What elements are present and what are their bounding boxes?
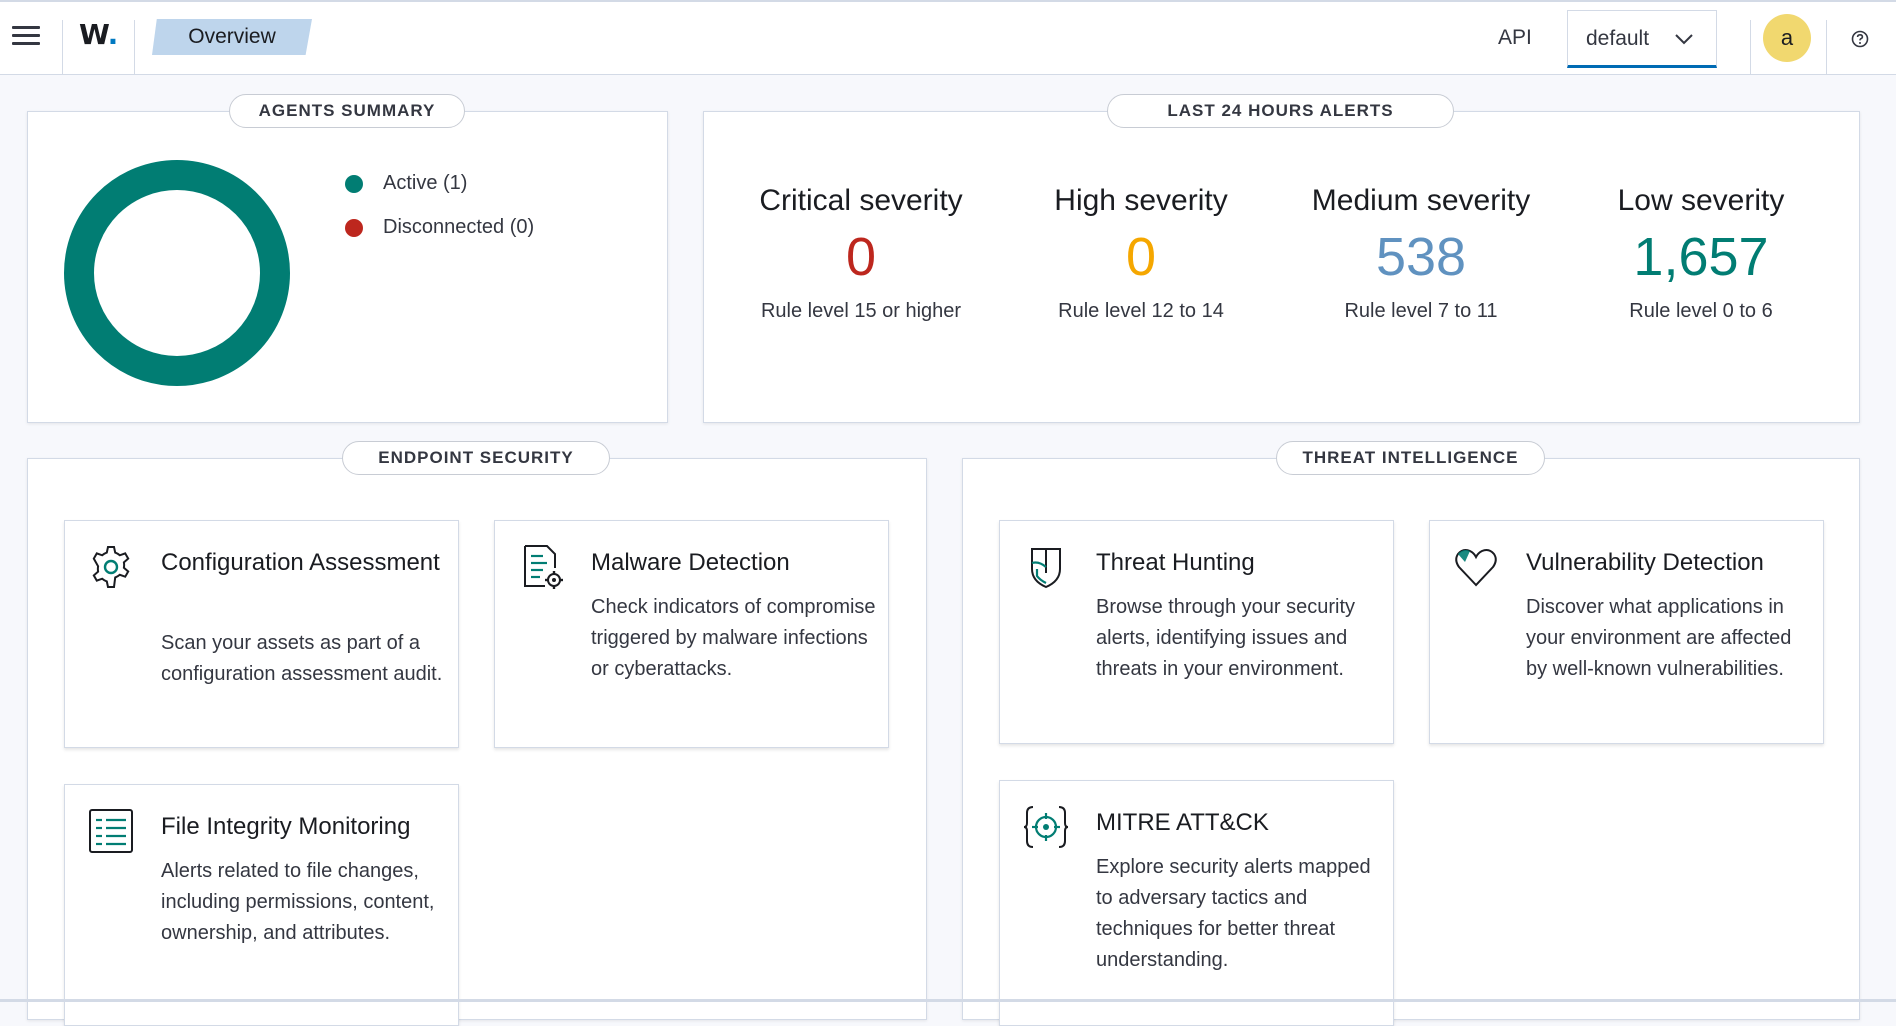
breadcrumb-overview[interactable]: Overview bbox=[152, 19, 312, 55]
active-dot-icon bbox=[345, 174, 363, 193]
stat-title: High severity bbox=[1054, 184, 1228, 217]
stat-value: 0 bbox=[1125, 227, 1157, 287]
card-title: MITRE ATT&CK bbox=[1096, 809, 1269, 836]
card-title: Vulnerability Detection bbox=[1526, 549, 1764, 576]
tenant-value: default bbox=[1586, 27, 1650, 50]
agents-summary-title: AGENTS SUMMARY bbox=[229, 94, 465, 128]
chevron-down-icon bbox=[1675, 34, 1693, 45]
alerts-title: LAST 24 HOURS ALERTS bbox=[1107, 94, 1454, 128]
menu-icon[interactable] bbox=[12, 26, 40, 50]
header-divider bbox=[1750, 20, 1751, 74]
tenant-selector[interactable]: default bbox=[1567, 10, 1717, 68]
card-threat-hunting[interactable]: Threat Hunting Browse through your secur… bbox=[999, 520, 1394, 744]
low-severity-stat[interactable]: Low severity 1,657 Rule level 0 to 6 bbox=[1561, 184, 1841, 323]
document-gear-icon bbox=[524, 545, 563, 589]
medium-severity-stat[interactable]: Medium severity 538 Rule level 7 to 11 bbox=[1281, 184, 1561, 323]
card-title: Malware Detection bbox=[591, 549, 790, 576]
heart-icon bbox=[1455, 549, 1497, 587]
stat-value: 0 bbox=[845, 227, 877, 287]
agents-donut-chart bbox=[64, 160, 290, 386]
card-title: Threat Hunting bbox=[1096, 549, 1255, 576]
critical-severity-stat[interactable]: Critical severity 0 Rule level 15 or hig… bbox=[721, 184, 1001, 323]
legend-active[interactable]: Active (1) bbox=[345, 172, 467, 195]
app-logo[interactable]: W. bbox=[79, 18, 118, 51]
card-title: Configuration Assessment bbox=[161, 549, 440, 576]
threat-intelligence-title: THREAT INTELLIGENCE bbox=[1276, 441, 1545, 475]
card-description: Discover what applications in your envir… bbox=[1526, 596, 1792, 680]
card-configuration-assessment[interactable]: Configuration Assessment Scan your asset… bbox=[64, 520, 459, 748]
api-link[interactable]: API bbox=[1498, 26, 1532, 50]
card-file-integrity-monitoring[interactable]: File Integrity Monitoring Alerts related… bbox=[64, 784, 459, 1026]
crosshair-braces-icon bbox=[1023, 806, 1069, 848]
legend-disconnected[interactable]: Disconnected (0) bbox=[345, 216, 534, 239]
stat-value: 538 bbox=[1375, 227, 1467, 287]
legend-disconnected-label: Disconnected (0) bbox=[383, 216, 535, 238]
list-table-icon bbox=[89, 809, 133, 853]
stat-rule: Rule level 12 to 14 bbox=[1058, 300, 1224, 322]
endpoint-security-title: ENDPOINT SECURITY bbox=[342, 441, 610, 475]
high-severity-stat[interactable]: High severity 0 Rule level 12 to 14 bbox=[1001, 184, 1281, 323]
stat-title: Critical severity bbox=[759, 184, 963, 217]
stat-rule: Rule level 15 or higher bbox=[760, 300, 962, 322]
card-description: Scan your assets as part of a configurat… bbox=[161, 632, 443, 685]
card-description: Browse through your security alerts, ide… bbox=[1096, 596, 1356, 680]
card-title: File Integrity Monitoring bbox=[161, 813, 411, 840]
stat-rule: Rule level 7 to 11 bbox=[1344, 300, 1498, 322]
stat-title: Medium severity bbox=[1311, 184, 1531, 217]
shield-icon bbox=[1031, 548, 1061, 589]
card-vulnerability-detection[interactable]: Vulnerability Detection Discover what ap… bbox=[1429, 520, 1824, 744]
header-divider bbox=[1826, 20, 1827, 74]
header-divider bbox=[62, 20, 63, 74]
card-mitre-attack[interactable]: MITRE ATT&CK Explore security alerts map… bbox=[999, 780, 1394, 1026]
card-description: Check indicators of compromise triggered… bbox=[591, 596, 876, 680]
card-malware-detection[interactable]: Malware Detection Check indicators of co… bbox=[494, 520, 889, 748]
stat-title: Low severity bbox=[1617, 184, 1785, 217]
card-description: Explore security alerts mapped to advers… bbox=[1096, 856, 1371, 971]
disconnected-dot-icon bbox=[345, 218, 363, 237]
stat-value: 1,657 bbox=[1633, 227, 1769, 287]
header-divider bbox=[134, 20, 135, 74]
legend-active-label: Active (1) bbox=[383, 172, 468, 194]
stat-rule: Rule level 0 to 6 bbox=[1629, 300, 1773, 322]
avatar[interactable]: a bbox=[1763, 14, 1811, 62]
card-description: Alerts related to file changes, includin… bbox=[161, 860, 435, 944]
top-header: W. Overview API default a bbox=[0, 2, 1896, 75]
help-icon[interactable] bbox=[1851, 30, 1869, 48]
gear-icon bbox=[92, 546, 130, 588]
